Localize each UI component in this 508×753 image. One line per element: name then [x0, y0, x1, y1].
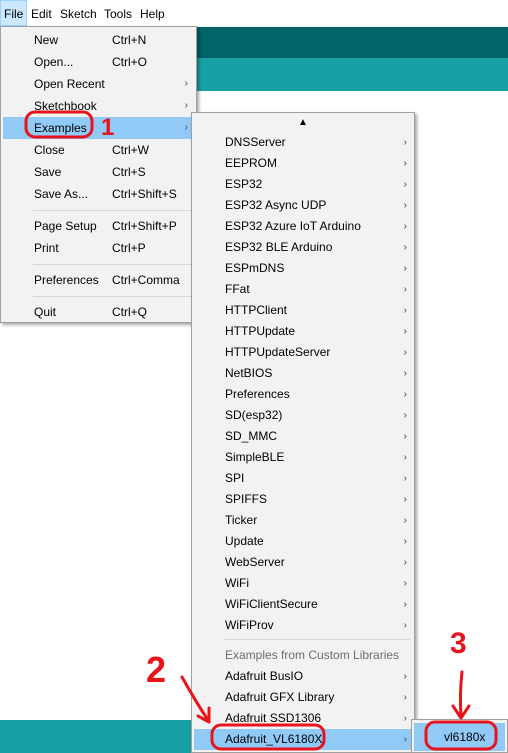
chevron-right-icon: › — [403, 494, 407, 505]
chevron-right-icon: › — [403, 305, 407, 316]
menu-bar: File Edit Sketch Tools Help — [0, 0, 508, 26]
vl6180x-submenu: vl6180x — [411, 719, 508, 753]
examples-list-item[interactable]: ESPmDNS › — [194, 258, 412, 279]
ide-toolbar — [196, 27, 508, 58]
examples-list-item[interactable]: ESP32 BLE Arduino › — [194, 237, 412, 258]
chevron-right-icon: › — [403, 452, 407, 463]
examples-list-item[interactable]: ESP32 › — [194, 174, 412, 195]
menu-sketch[interactable]: Sketch — [57, 0, 100, 26]
menu-item-quit[interactable]: Quit Ctrl+Q — [3, 301, 194, 323]
chevron-right-icon: › — [403, 599, 407, 610]
chevron-right-icon: › — [403, 389, 407, 400]
examples-list-item[interactable]: Preferences › — [194, 384, 412, 405]
chevron-right-icon: › — [403, 200, 407, 211]
examples-list-item[interactable]: SD(esp32) › — [194, 405, 412, 426]
ide-tab-bar — [196, 58, 508, 91]
chevron-right-icon: › — [403, 221, 407, 232]
chevron-right-icon: › — [403, 326, 407, 337]
chevron-right-icon: › — [403, 242, 407, 253]
chevron-right-icon: › — [403, 368, 407, 379]
menu-item-close[interactable]: Close Ctrl+W — [3, 139, 194, 161]
chevron-right-icon: › — [403, 347, 407, 358]
examples-list-item[interactable]: SD_MMC › — [194, 426, 412, 447]
examples-list-item[interactable]: WebServer › — [194, 552, 412, 573]
chevron-right-icon: › — [403, 692, 407, 703]
annotation-step-3: 3 — [450, 627, 467, 660]
menu-tools[interactable]: Tools — [101, 0, 135, 26]
examples-list-item[interactable]: EEPROM › — [194, 153, 412, 174]
annotation-arrowhead-3 — [451, 704, 471, 720]
menu-separator — [33, 210, 192, 211]
custom-libraries-header: Examples from Custom Libraries — [225, 648, 400, 662]
menu-item-print[interactable]: Print Ctrl+P — [3, 237, 194, 259]
menu-edit[interactable]: Edit — [28, 0, 55, 26]
scroll-up-arrow-icon[interactable]: ▲ — [298, 117, 308, 128]
chevron-right-icon: › — [403, 431, 407, 442]
chevron-right-icon: › — [403, 557, 407, 568]
chevron-right-icon: › — [403, 734, 407, 745]
examples-list-item[interactable]: HTTPUpdate › — [194, 321, 412, 342]
menu-item-open-recent[interactable]: Open Recent › — [3, 73, 194, 95]
chevron-right-icon: › — [403, 713, 407, 724]
chevron-right-icon: › — [403, 137, 407, 148]
menu-item-examples[interactable]: Examples › — [3, 117, 194, 139]
examples-list-item[interactable]: WiFiClientSecure › — [194, 594, 412, 615]
menu-file[interactable]: File — [0, 0, 28, 26]
menu-item-adafruit-ssd1306[interactable]: Adafruit SSD1306 › — [194, 708, 412, 729]
menu-item-sketchbook[interactable]: Sketchbook › — [3, 95, 194, 117]
menu-item-open[interactable]: Open... Ctrl+O — [3, 51, 194, 73]
chevron-right-icon: › — [403, 473, 407, 484]
examples-list-item[interactable]: HTTPUpdateServer › — [194, 342, 412, 363]
examples-list-item[interactable]: Ticker › — [194, 510, 412, 531]
menu-separator — [33, 264, 192, 265]
chevron-right-icon: › — [403, 284, 407, 295]
menu-item-preferences[interactable]: Preferences Ctrl+Comma — [3, 269, 194, 291]
examples-list-item[interactable]: DNSServer › — [194, 132, 412, 153]
menu-item-new[interactable]: New Ctrl+N — [3, 29, 194, 51]
chevron-right-icon: › — [403, 620, 407, 631]
chevron-right-icon: › — [403, 263, 407, 274]
menu-item-adafruit-gfx-library[interactable]: Adafruit GFX Library › — [194, 687, 412, 708]
examples-menu: ▲ DNSServer › EEPROM › ESP32 › ESP32 Async UDP… — [191, 112, 415, 753]
menu-item-page-setup[interactable]: Page Setup Ctrl+Shift+P — [3, 215, 194, 237]
menu-item-vl6180x[interactable]: vl6180x — [414, 723, 505, 751]
menu-item-save-as[interactable]: Save As... Ctrl+Shift+S — [3, 183, 194, 205]
examples-list-item[interactable]: Update › — [194, 531, 412, 552]
menu-help[interactable]: Help — [137, 0, 168, 26]
menu-separator — [33, 296, 192, 297]
chevron-right-icon: › — [403, 158, 407, 169]
menu-separator — [224, 639, 410, 640]
examples-list-item[interactable]: ESP32 Azure IoT Arduino › — [194, 216, 412, 237]
examples-list-item[interactable]: FFat › — [194, 279, 412, 300]
menu-item-save[interactable]: Save Ctrl+S — [3, 161, 194, 183]
examples-list-item[interactable]: NetBIOS › — [194, 363, 412, 384]
menu-item-adafruit-busio[interactable]: Adafruit BusIO › — [194, 666, 412, 687]
examples-list-item[interactable]: SimpleBLE › — [194, 447, 412, 468]
chevron-right-icon: › — [403, 515, 407, 526]
examples-list-item[interactable]: SPIFFS › — [194, 489, 412, 510]
chevron-right-icon: › — [184, 78, 188, 89]
examples-list-item[interactable]: WiFiProv › — [194, 615, 412, 636]
annotation-arrow-3 — [458, 670, 464, 718]
chevron-right-icon: › — [184, 122, 188, 133]
menu-item-adafruit-vl6180x[interactable]: Adafruit_VL6180X › — [194, 729, 412, 750]
chevron-right-icon: › — [403, 671, 407, 682]
examples-list-item[interactable]: WiFi › — [194, 573, 412, 594]
examples-list-item[interactable]: ESP32 Async UDP › — [194, 195, 412, 216]
chevron-right-icon: › — [184, 100, 188, 111]
examples-list-item[interactable]: HTTPClient › — [194, 300, 412, 321]
chevron-right-icon: › — [403, 578, 407, 589]
examples-list-item[interactable]: SPI › — [194, 468, 412, 489]
chevron-right-icon: › — [403, 410, 407, 421]
annotation-step-2: 2 — [146, 649, 166, 690]
file-menu: New Ctrl+N Open... Ctrl+O Open Recent › … — [0, 26, 197, 323]
chevron-right-icon: › — [403, 179, 407, 190]
chevron-right-icon: › — [403, 536, 407, 547]
